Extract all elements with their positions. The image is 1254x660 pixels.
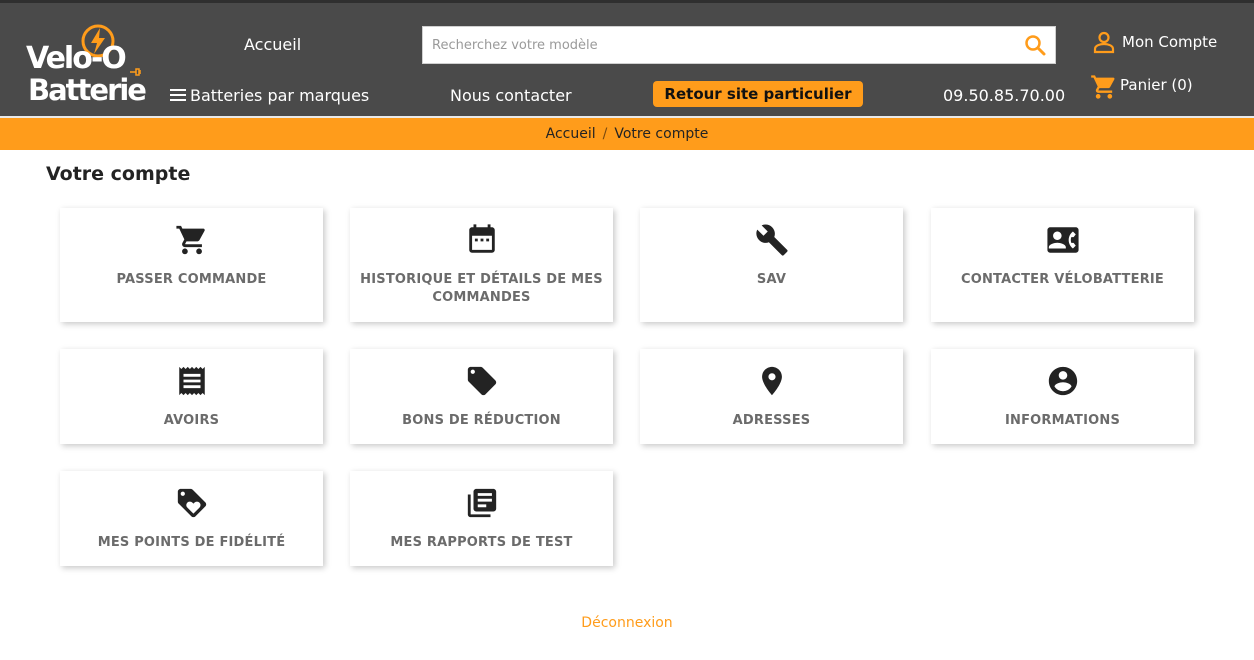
search-icon[interactable]	[1023, 33, 1047, 57]
tile-contacter[interactable]: CONTACTER VÉLOBATTERIE	[931, 208, 1194, 322]
phone-number: 09.50.85.70.00	[943, 86, 1066, 105]
tile-adresses[interactable]: ADRESSES	[640, 349, 903, 444]
tile-label: PASSER COMMANDE	[116, 272, 267, 287]
breadcrumb-current: Votre compte	[614, 126, 709, 142]
receipt-icon	[179, 366, 205, 396]
hamburger-menu-icon	[170, 88, 186, 101]
tile-label: ADRESSES	[732, 413, 811, 428]
retour-site-particulier-button[interactable]: Retour site particulier	[653, 81, 863, 107]
tile-passer-commande[interactable]: PASSER COMMANDE	[60, 208, 323, 322]
tile-label: CONTACTER VÉLOBATTERIE	[960, 272, 1165, 287]
calendar-icon	[469, 224, 495, 253]
loyalty-tag-icon	[177, 488, 207, 518]
logout-link[interactable]: Déconnexion	[0, 615, 1254, 631]
site-logo[interactable]: Velo-O Batterie	[26, 21, 147, 109]
my-account-label: Mon Compte	[1122, 33, 1218, 51]
logo-text-line1: Velo-O	[26, 41, 127, 76]
tile-avoirs[interactable]: AVOIRS	[60, 349, 323, 444]
tile-sav[interactable]: SAV	[640, 208, 903, 322]
tile-label: AVOIRS	[163, 413, 220, 428]
tile-label: SAV	[756, 272, 787, 287]
user-icon	[1093, 31, 1115, 54]
tile-rapports-test[interactable]: MES RAPPORTS DE TEST	[350, 471, 613, 566]
search-bar	[422, 26, 1056, 64]
library-books-icon	[467, 488, 497, 518]
wrench-icon	[756, 224, 788, 256]
tile-points-fidelite[interactable]: MES POINTS DE FIDÉLITÉ	[60, 471, 323, 566]
location-pin-icon	[762, 366, 782, 396]
contact-card-icon	[1047, 227, 1079, 253]
tag-icon	[467, 366, 497, 396]
page-title: Votre compte	[46, 163, 191, 185]
tile-bons-reduction[interactable]: BONS DE RÉDUCTION	[350, 349, 613, 444]
cart-label: Panier (0)	[1120, 76, 1193, 94]
tile-label: MES POINTS DE FIDÉLITÉ	[97, 535, 286, 550]
breadcrumb: Accueil / Votre compte	[0, 118, 1254, 150]
nav-home-link[interactable]: Accueil	[244, 35, 301, 54]
tile-label: HISTORIQUE ET DÉTAILS DE MES COMMANDES	[360, 272, 603, 305]
nav-brands-label: Batteries par marques	[190, 86, 370, 105]
tile-label: INFORMATIONS	[1004, 413, 1121, 428]
nav-brands-menu[interactable]: Batteries par marques	[170, 86, 369, 105]
account-circle-icon	[1048, 366, 1078, 396]
breadcrumb-home[interactable]: Accueil	[546, 126, 596, 142]
breadcrumb-separator: /	[602, 126, 608, 142]
tile-historique-commandes[interactable]: HISTORIQUE ET DÉTAILS DE MES COMMANDES	[350, 208, 613, 322]
tile-label: BONS DE RÉDUCTION	[402, 413, 561, 428]
tile-informations[interactable]: INFORMATIONS	[931, 349, 1194, 444]
tile-label: MES RAPPORTS DE TEST	[390, 535, 573, 550]
cart-icon	[1091, 75, 1115, 99]
plug-icon	[130, 68, 141, 76]
shopping-cart-icon	[176, 225, 205, 255]
nav-contact-link[interactable]: Nous contacter	[450, 86, 572, 105]
site-header: Velo-O Batterie Accueil Batteries par ma…	[0, 0, 1254, 118]
search-input[interactable]	[423, 27, 1013, 63]
